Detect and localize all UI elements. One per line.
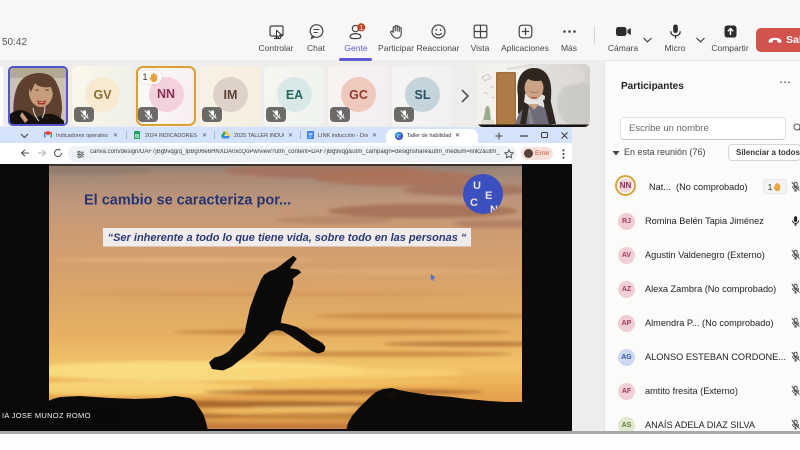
svg-text:E: E <box>485 190 492 202</box>
svg-text:El cambio se caracteriza por..: El cambio se caracteriza por... <box>84 193 291 209</box>
svg-text:C: C <box>470 197 478 209</box>
svg-text:U: U <box>473 180 481 192</box>
svg-text:C: C <box>397 134 401 140</box>
svg-text:1: 1 <box>359 25 363 32</box>
svg-text:“Ser inherente a todo lo que t: “Ser inherente a todo lo que tiene vida,… <box>108 232 467 244</box>
